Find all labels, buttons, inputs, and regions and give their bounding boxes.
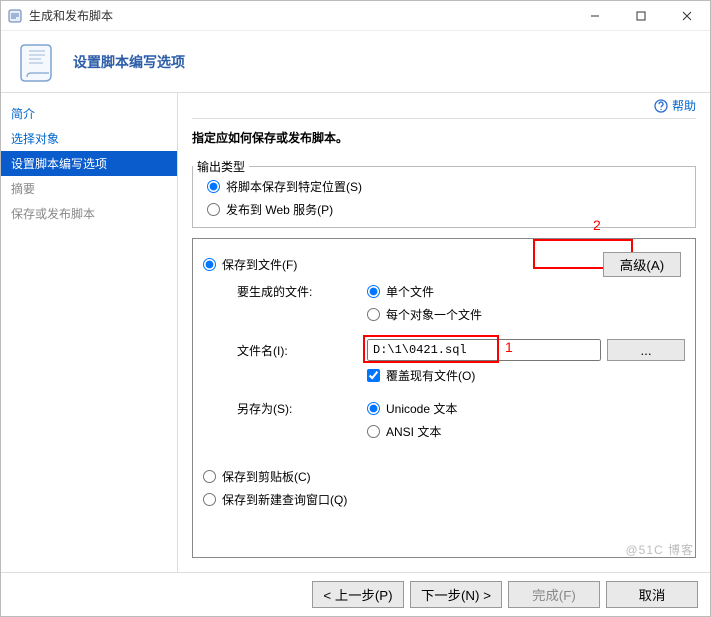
maximize-button[interactable] xyxy=(618,1,664,31)
sidebar-item-save-publish[interactable]: 保存或发布脚本 xyxy=(1,201,177,226)
radio-file-per-object[interactable] xyxy=(367,308,380,321)
script-page-icon xyxy=(15,39,61,85)
back-button[interactable]: < 上一步(P) xyxy=(312,581,404,608)
finish-button[interactable]: 完成(F) xyxy=(508,581,600,608)
advanced-button[interactable]: 高级(A) xyxy=(603,252,681,277)
next-button[interactable]: 下一步(N) > xyxy=(410,581,502,608)
overwrite-checkbox[interactable] xyxy=(367,369,380,382)
annotation-num-2: 2 xyxy=(593,217,601,233)
radio-save-clipboard[interactable] xyxy=(203,470,216,483)
radio-save-location-label: 将脚本保存到特定位置(S) xyxy=(226,178,362,195)
radio-save-location[interactable] xyxy=(207,180,220,193)
radio-unicode-label: Unicode 文本 xyxy=(386,400,457,417)
close-button[interactable] xyxy=(664,1,710,31)
sidebar-item-intro[interactable]: 简介 xyxy=(1,101,177,126)
help-icon xyxy=(654,99,668,113)
save-as-label: 另存为(S): xyxy=(237,400,367,417)
page-description: 指定应如何保存或发布脚本。 xyxy=(178,129,710,158)
radio-save-new-query-label: 保存到新建查询窗口(Q) xyxy=(222,491,347,508)
browse-button[interactable]: ... xyxy=(607,339,685,361)
radio-ansi[interactable] xyxy=(367,425,380,438)
radio-save-to-file[interactable] xyxy=(203,258,216,271)
filename-input[interactable] xyxy=(367,339,601,361)
minimize-icon xyxy=(590,11,600,21)
page-title: 设置脚本编写选项 xyxy=(73,52,185,72)
filename-label: 文件名(I): xyxy=(237,342,367,359)
radio-publish-web[interactable] xyxy=(207,203,220,216)
radio-file-per-object-label: 每个对象一个文件 xyxy=(386,306,482,323)
radio-ansi-label: ANSI 文本 xyxy=(386,423,441,440)
output-type-legend: 输出类型 xyxy=(193,158,249,175)
app-icon xyxy=(7,8,23,24)
sidebar-item-choose-objects[interactable]: 选择对象 xyxy=(1,126,177,151)
annotation-num-1: 1 xyxy=(505,339,513,355)
help-link[interactable]: 帮助 xyxy=(672,97,696,114)
wizard-steps-sidebar: 简介 选择对象 设置脚本编写选项 摘要 保存或发布脚本 xyxy=(1,93,178,572)
radio-single-file-label: 单个文件 xyxy=(386,283,434,300)
sidebar-item-summary[interactable]: 摘要 xyxy=(1,176,177,201)
radio-publish-web-label: 发布到 Web 服务(P) xyxy=(226,201,333,218)
radio-save-to-file-label: 保存到文件(F) xyxy=(222,256,297,273)
radio-save-clipboard-label: 保存到剪贴板(C) xyxy=(222,468,311,485)
cancel-button[interactable]: 取消 xyxy=(606,581,698,608)
radio-save-new-query[interactable] xyxy=(203,493,216,506)
maximize-icon xyxy=(636,11,646,21)
radio-single-file[interactable] xyxy=(367,285,380,298)
sidebar-item-set-script-options[interactable]: 设置脚本编写选项 xyxy=(1,151,177,176)
files-to-generate-label: 要生成的文件: xyxy=(237,283,367,300)
window-title: 生成和发布脚本 xyxy=(29,7,113,24)
minimize-button[interactable] xyxy=(572,1,618,31)
divider xyxy=(192,118,696,119)
overwrite-label: 覆盖现有文件(O) xyxy=(386,367,475,384)
close-icon xyxy=(682,11,692,21)
radio-unicode[interactable] xyxy=(367,402,380,415)
